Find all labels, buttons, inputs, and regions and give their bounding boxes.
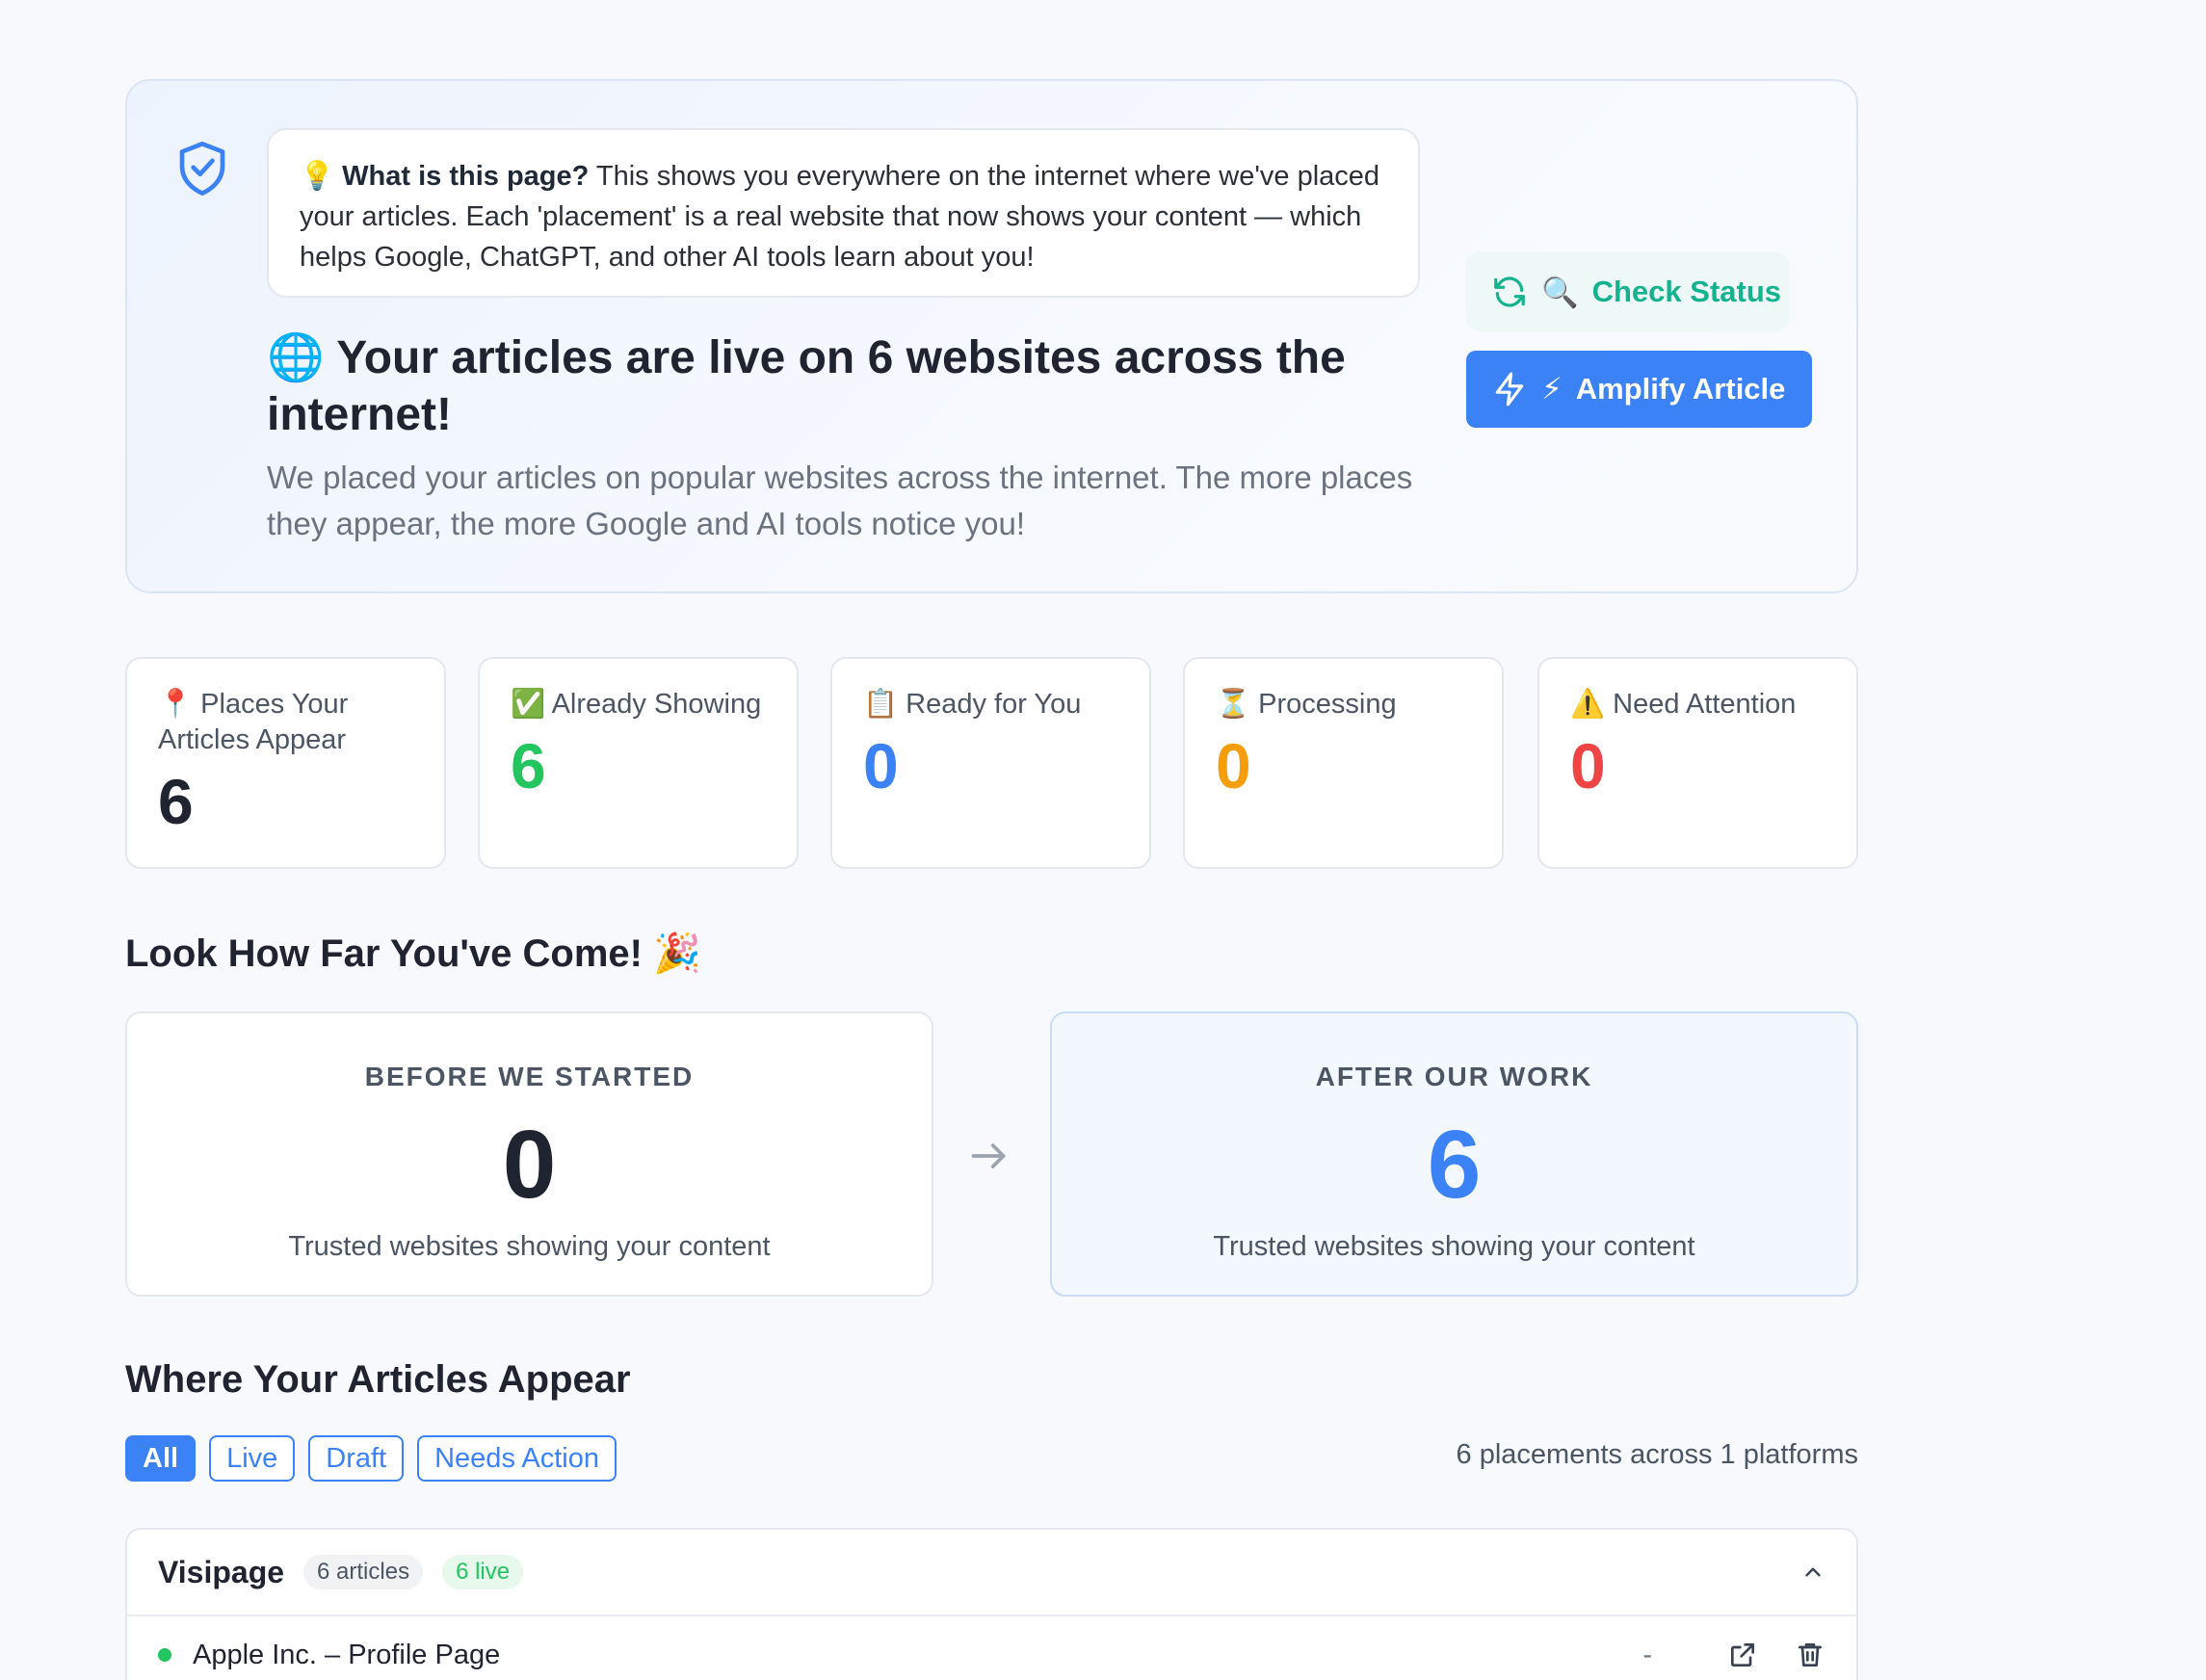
placements-heading: Where Your Articles Appear <box>125 1358 631 1401</box>
stat-value: 6 <box>158 766 194 837</box>
filter-bar: All Live Draft Needs Action <box>125 1435 617 1482</box>
after-card: AFTER OUR WORK 6 Trusted websites showin… <box>1050 1011 1858 1297</box>
live-badge: 6 live <box>442 1555 524 1589</box>
filter-all[interactable]: All <box>125 1435 197 1482</box>
stat-value: 0 <box>863 730 899 801</box>
page-subtitle: We placed your articles on popular websi… <box>267 459 1413 541</box>
stat-label: ✅ Already Showing <box>511 686 766 722</box>
filter-needs-action[interactable]: Needs Action <box>417 1435 617 1482</box>
stat-label-text: Processing <box>1258 689 1397 720</box>
lightbulb-icon: 💡 <box>300 159 335 192</box>
arrow-right-icon <box>971 1143 1006 1168</box>
stat-value: 6 <box>511 730 546 801</box>
clipboard-icon: 📋 <box>863 687 899 720</box>
globe-icon: 🌐 <box>267 330 325 384</box>
shield-check-icon <box>179 141 225 196</box>
zap-emoji-icon: ⚡ <box>1541 372 1563 407</box>
stat-card-ready: 📋 Ready for You 0 <box>830 657 1151 869</box>
articles-badge: 6 articles <box>303 1555 424 1589</box>
before-card: BEFORE WE STARTED 0 Trusted websites sho… <box>125 1011 933 1297</box>
stat-label: ⏳ Processing <box>1216 686 1471 722</box>
live-status-dot <box>158 1648 171 1662</box>
table-row[interactable]: Apple Inc. – Profile Page - <box>127 1616 1856 1680</box>
stat-label-text: Already Showing <box>551 689 762 720</box>
placement-value: - <box>1642 1640 1652 1669</box>
warning-icon: ⚠️ <box>1570 687 1606 720</box>
check-status-button[interactable]: 🔍 Check Status <box>1466 252 1789 331</box>
refresh-icon <box>1494 276 1525 307</box>
before-desc: Trusted websites showing your content <box>288 1231 771 1262</box>
stat-value: 0 <box>1216 730 1251 801</box>
stat-value: 0 <box>1570 730 1606 801</box>
stat-card-attention: ⚠️ Need Attention 0 <box>1537 657 1858 869</box>
stats-row: 📍 Places Your Articles Appear 6 ✅ Alread… <box>125 657 1858 869</box>
filter-draft[interactable]: Draft <box>308 1435 405 1482</box>
magnifier-icon: 🔍 <box>1541 275 1579 310</box>
amplify-article-button[interactable]: ⚡ Amplify Article <box>1466 351 1812 428</box>
pin-icon: 📍 <box>158 687 194 720</box>
progress-heading: Look How Far You've Come! 🎉 <box>125 931 701 976</box>
before-caption: BEFORE WE STARTED <box>364 1062 695 1091</box>
placements-summary: 6 placements across 1 platforms <box>1456 1439 1858 1470</box>
after-desc: Trusted websites showing your content <box>1213 1231 1695 1262</box>
stat-label-text: Ready for You <box>906 689 1082 720</box>
stat-label: 📋 Ready for You <box>863 686 1118 722</box>
amplify-article-label: Amplify Article <box>1575 372 1786 406</box>
stat-label: ⚠️ Need Attention <box>1570 686 1825 722</box>
filter-live[interactable]: Live <box>209 1435 296 1482</box>
stat-card-showing: ✅ Already Showing 6 <box>478 657 799 869</box>
page-title: 🌐 Your articles are live on 6 websites a… <box>267 329 1384 443</box>
check-box-icon: ✅ <box>511 687 546 720</box>
platform-group: Visipage 6 articles 6 live Apple Inc. – … <box>125 1528 1858 1680</box>
lightning-icon <box>1495 372 1524 407</box>
trash-icon[interactable] <box>1795 1640 1825 1670</box>
external-link-icon[interactable] <box>1727 1640 1758 1670</box>
before-value: 0 <box>502 1111 557 1219</box>
after-value: 6 <box>1427 1111 1482 1219</box>
check-status-label: Check Status <box>1591 275 1782 308</box>
hourglass-icon: ⏳ <box>1216 687 1251 720</box>
stat-label-text: Need Attention <box>1613 689 1797 720</box>
placement-title: Apple Inc. – Profile Page <box>193 1639 501 1670</box>
info-question: What is this page? <box>342 161 590 192</box>
page-content: 💡 What is this page? This shows you ever… <box>125 79 1858 1680</box>
stat-label: 📍 Places Your Articles Appear <box>158 686 413 758</box>
platform-name: Visipage <box>158 1554 285 1589</box>
page-title-text: Your articles are live on 6 websites acr… <box>267 332 1346 440</box>
stat-card-processing: ⏳ Processing 0 <box>1183 657 1504 869</box>
stat-card-places: 📍 Places Your Articles Appear 6 <box>125 657 446 869</box>
progress-heading-text: Look How Far You've Come! <box>125 932 643 975</box>
after-caption: AFTER OUR WORK <box>1315 1062 1593 1091</box>
chevron-up-icon[interactable] <box>1800 1560 1825 1585</box>
hero-banner: 💡 What is this page? This shows you ever… <box>125 79 1858 593</box>
info-callout: 💡 What is this page? This shows you ever… <box>267 128 1420 298</box>
party-icon: 🎉 <box>653 932 701 976</box>
platform-header[interactable]: Visipage 6 articles 6 live <box>127 1530 1856 1616</box>
